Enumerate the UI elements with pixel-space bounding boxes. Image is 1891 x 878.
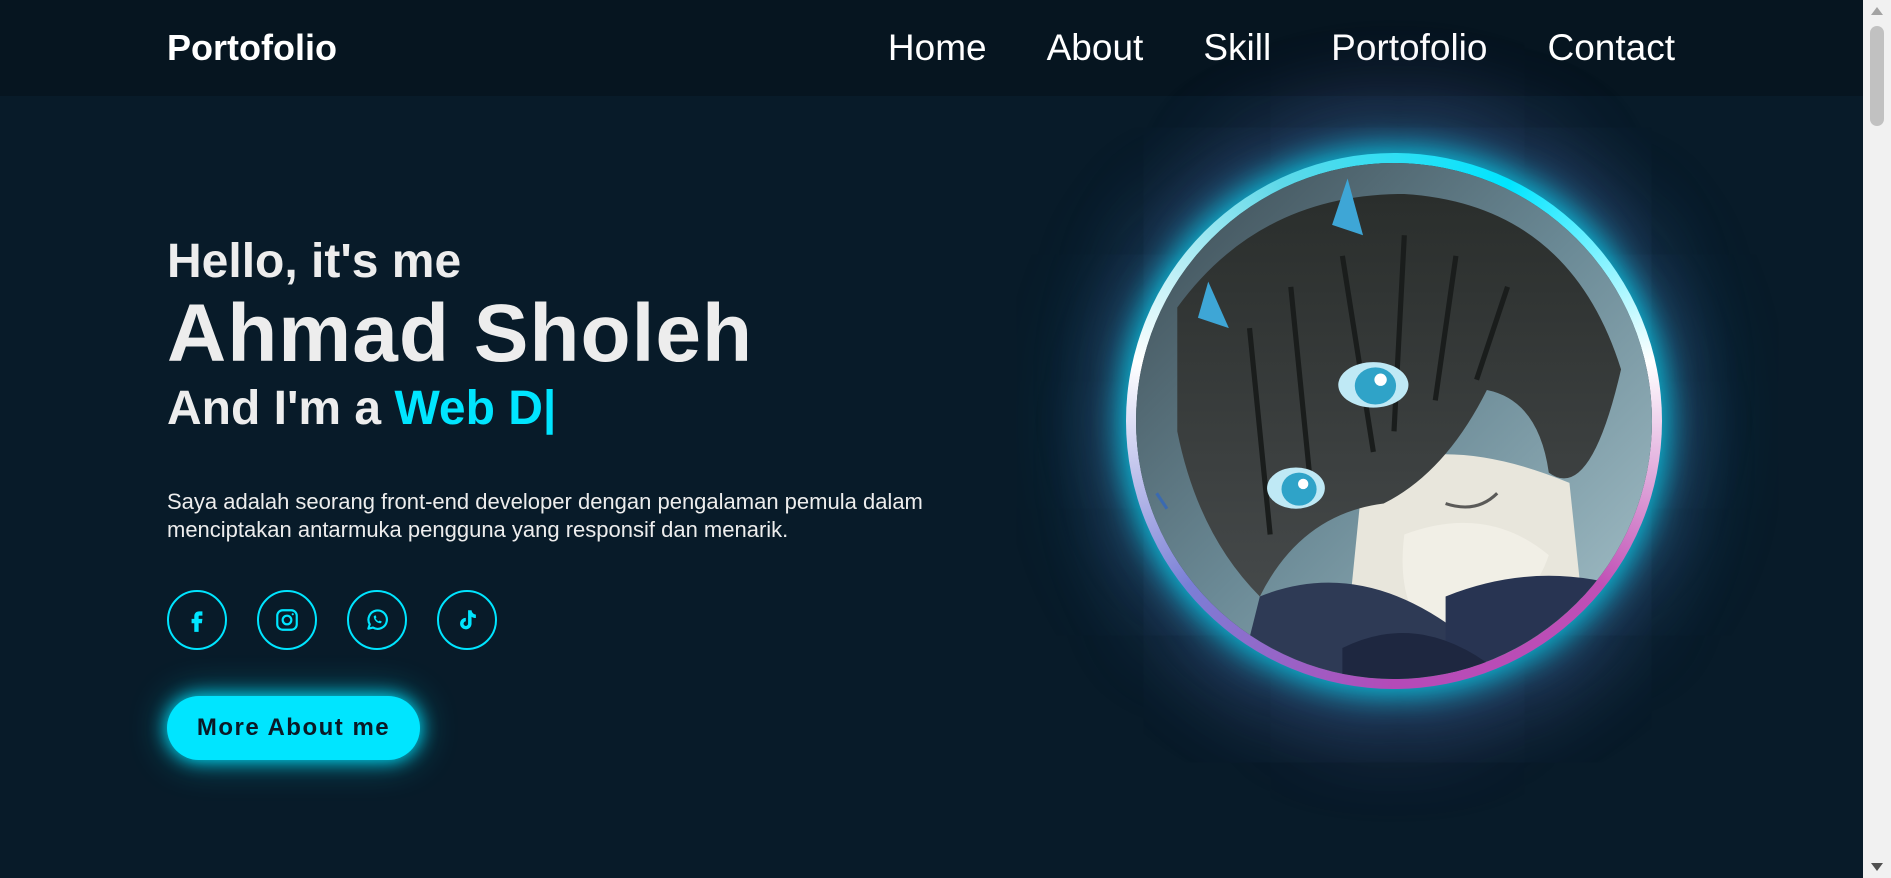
role-typed-text: Web D| — [394, 381, 557, 435]
nav-skill[interactable]: Skill — [1203, 27, 1271, 69]
main-nav: Home About Skill Portofolio Contact — [888, 27, 1675, 69]
scroll-thumb[interactable] — [1870, 26, 1884, 126]
anime-avatar-image — [1136, 163, 1652, 679]
scroll-up-arrow-icon[interactable] — [1871, 7, 1883, 15]
page-scrollbar[interactable] — [1863, 0, 1891, 878]
hero-description: Saya adalah seorang front-end developer … — [167, 488, 923, 543]
tiktok-link[interactable] — [437, 589, 497, 650]
scroll-down-arrow-icon[interactable] — [1871, 863, 1883, 871]
social-links — [167, 589, 1027, 650]
hero-greeting: Hello, it's me — [167, 235, 462, 288]
logo-link[interactable]: Portofolio — [167, 27, 337, 69]
nav-about[interactable]: About — [1047, 27, 1144, 69]
more-about-me-button[interactable]: More About me — [167, 695, 420, 760]
hero-content: Hello, it's me Ahmad Sholeh And I'm a We… — [167, 235, 1027, 760]
nav-portofolio[interactable]: Portofolio — [1331, 27, 1487, 69]
tiktok-icon — [460, 610, 476, 630]
avatar — [1136, 163, 1652, 679]
nav-contact[interactable]: Contact — [1547, 27, 1675, 69]
avatar-frame — [1126, 153, 1662, 689]
facebook-link[interactable] — [167, 589, 227, 650]
whatsapp-link[interactable] — [347, 589, 407, 650]
instagram-link[interactable] — [257, 589, 317, 650]
role-prefix: And I'm a — [167, 381, 395, 435]
hero-name: Ahmad Sholeh — [167, 287, 754, 379]
site-header: Portofolio Home About Skill Portofolio C… — [0, 0, 1863, 96]
facebook-icon — [191, 611, 203, 632]
hero-role: And I'm a Web D| — [167, 381, 1027, 436]
whatsapp-icon — [367, 609, 388, 630]
nav-home[interactable]: Home — [888, 27, 987, 69]
portfolio-page: Portofolio Home About Skill Portofolio C… — [0, 0, 1891, 878]
instagram-icon — [276, 608, 298, 631]
